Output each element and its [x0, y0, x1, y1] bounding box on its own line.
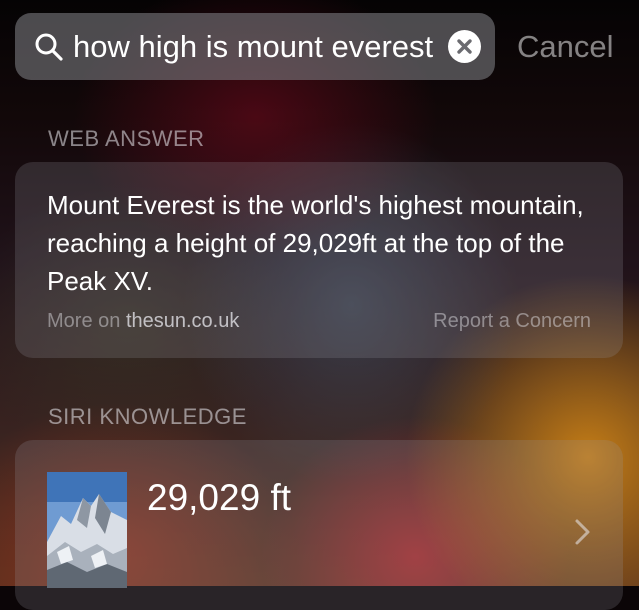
report-concern-button[interactable]: Report a Concern: [433, 308, 591, 334]
more-on-source-link[interactable]: More on thesun.co.uk: [47, 308, 239, 334]
knowledge-value: 29,029 ft: [147, 477, 292, 518]
siri-knowledge-card[interactable]: 29,029 ft: [15, 440, 623, 610]
more-on-label: More on: [47, 310, 121, 332]
web-answer-footer: More on thesun.co.uk Report a Concern: [47, 308, 591, 334]
web-answer-section-title: WEB ANSWER: [48, 126, 205, 151]
clear-search-button[interactable]: [448, 30, 481, 63]
search-input[interactable]: [73, 26, 440, 67]
mountain-photo-thumbnail: [47, 472, 127, 588]
source-domain: thesun.co.uk: [125, 310, 240, 332]
siri-knowledge-section-title: SIRI KNOWLEDGE: [48, 404, 247, 429]
search-bar[interactable]: [15, 13, 495, 80]
clear-icon: [457, 39, 472, 54]
search-icon: [33, 31, 65, 63]
web-answer-card[interactable]: Mount Everest is the world's highest mou…: [15, 162, 623, 358]
web-answer-text: Mount Everest is the world's highest mou…: [47, 190, 584, 296]
cancel-button[interactable]: Cancel: [517, 27, 614, 67]
chevron-right-icon: [575, 519, 590, 545]
